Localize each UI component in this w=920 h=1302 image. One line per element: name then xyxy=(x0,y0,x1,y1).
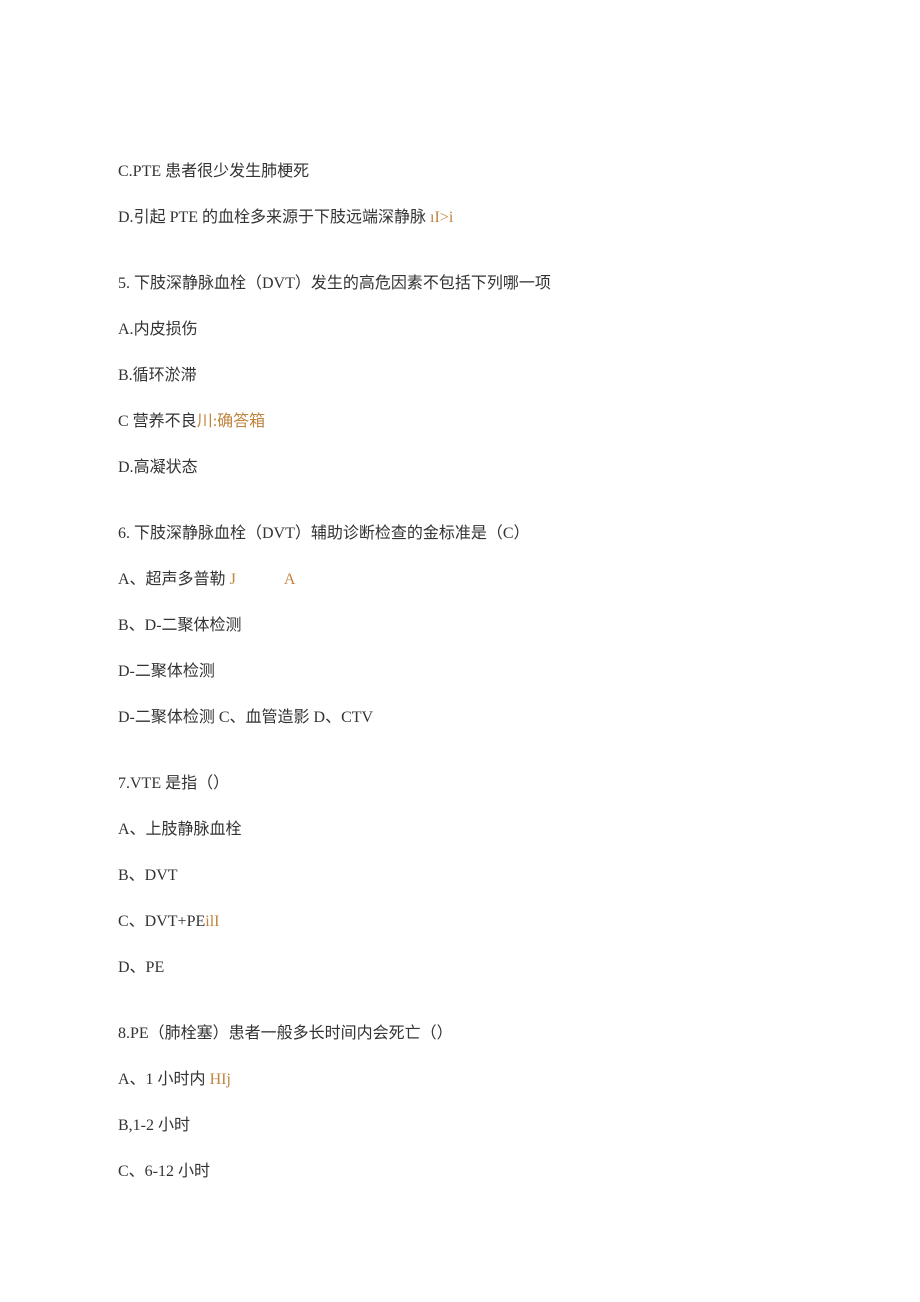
q5-option-a: A.内皮损伤 xyxy=(118,318,810,342)
option-text: PTE 患者很少发生肺梗死 xyxy=(133,163,309,180)
q4-option-c: C.PTE 患者很少发生肺梗死 xyxy=(118,160,810,184)
q7-option-d: D、PE xyxy=(118,956,810,980)
answer-mark: HIj xyxy=(206,1071,231,1088)
option-label: C xyxy=(118,413,129,430)
q8-option-c: C、6-12 小时 xyxy=(118,1160,810,1184)
option-text: 循环淤滞 xyxy=(133,367,197,384)
spacer xyxy=(118,752,810,772)
option-text: D、PE xyxy=(118,959,164,976)
option-text: B,1-2 小时 xyxy=(118,1117,190,1134)
question-text: 8.PE（肺栓塞）患者一般多长时间内会死亡（） xyxy=(118,1025,453,1042)
option-text: 营养不良 xyxy=(129,413,197,430)
option-text: B、DVT xyxy=(118,867,178,884)
spacer xyxy=(118,502,810,522)
q6-line-3: D-二聚体检测 xyxy=(118,660,810,684)
q7-stem: 7.VTE 是指（） xyxy=(118,772,810,796)
q5-option-b: B.循环淤滞 xyxy=(118,364,810,388)
option-text: 引起 PTE 的血栓多来源于下肢远端深静脉 xyxy=(134,209,426,226)
question-text: 6. 下肢深静脉血栓（DVT）辅助诊断检查的金标准是（C） xyxy=(118,525,530,542)
q5-option-c: C 营养不良川:确答箱 xyxy=(118,410,810,434)
answer-mark: 川:确答箱 xyxy=(197,413,265,430)
question-text: 7.VTE 是指（） xyxy=(118,775,229,792)
q5-option-d: D.高凝状态 xyxy=(118,456,810,480)
option-text: A、上肢静脉血栓 xyxy=(118,821,242,838)
answer-mark: A xyxy=(284,571,296,588)
option-text: A、超声多普勒 xyxy=(118,571,226,588)
q6-option-a: A、超声多普勒 J A xyxy=(118,568,810,592)
option-text: B、D-二聚体检测 xyxy=(118,617,242,634)
spacer xyxy=(118,1002,810,1022)
option-text: C、6-12 小时 xyxy=(118,1163,210,1180)
answer-mark: ıI>i xyxy=(426,209,453,226)
option-text: 内皮损伤 xyxy=(134,321,198,338)
q7-option-b: B、DVT xyxy=(118,864,810,888)
q8-stem: 8.PE（肺栓塞）患者一般多长时间内会死亡（） xyxy=(118,1022,810,1046)
answer-mark: J xyxy=(226,571,236,588)
option-text: 高凝状态 xyxy=(134,459,198,476)
q6-stem: 6. 下肢深静脉血栓（DVT）辅助诊断检查的金标准是（C） xyxy=(118,522,810,546)
option-label: D. xyxy=(118,459,134,476)
answer-mark: ilI xyxy=(205,913,219,930)
option-label: D. xyxy=(118,209,134,226)
q4-option-d: D.引起 PTE 的血栓多来源于下肢远端深静脉 ıI>i xyxy=(118,206,810,230)
spacer-text xyxy=(236,571,284,588)
option-text: D-二聚体检测 xyxy=(118,663,215,680)
option-text: C、DVT+PE xyxy=(118,913,205,930)
q8-option-a: A、1 小时内 HIj xyxy=(118,1068,810,1092)
q5-stem: 5. 下肢深静脉血栓（DVT）发生的高危因素不包括下列哪一项 xyxy=(118,272,810,296)
option-label: B. xyxy=(118,367,133,384)
q6-line-4: D-二聚体检测 C、血管造影 D、CTV xyxy=(118,706,810,730)
option-label: A. xyxy=(118,321,134,338)
option-label: C. xyxy=(118,163,133,180)
q6-option-b: B、D-二聚体检测 xyxy=(118,614,810,638)
q7-option-c: C、DVT+PEilI xyxy=(118,910,810,934)
option-text: D-二聚体检测 C、血管造影 D、CTV xyxy=(118,709,373,726)
q8-option-b: B,1-2 小时 xyxy=(118,1114,810,1138)
q7-option-a: A、上肢静脉血栓 xyxy=(118,818,810,842)
question-text: 5. 下肢深静脉血栓（DVT）发生的高危因素不包括下列哪一项 xyxy=(118,275,551,292)
document-page: C.PTE 患者很少发生肺梗死 D.引起 PTE 的血栓多来源于下肢远端深静脉 … xyxy=(0,0,920,1286)
spacer xyxy=(118,252,810,272)
option-text: A、1 小时内 xyxy=(118,1071,206,1088)
